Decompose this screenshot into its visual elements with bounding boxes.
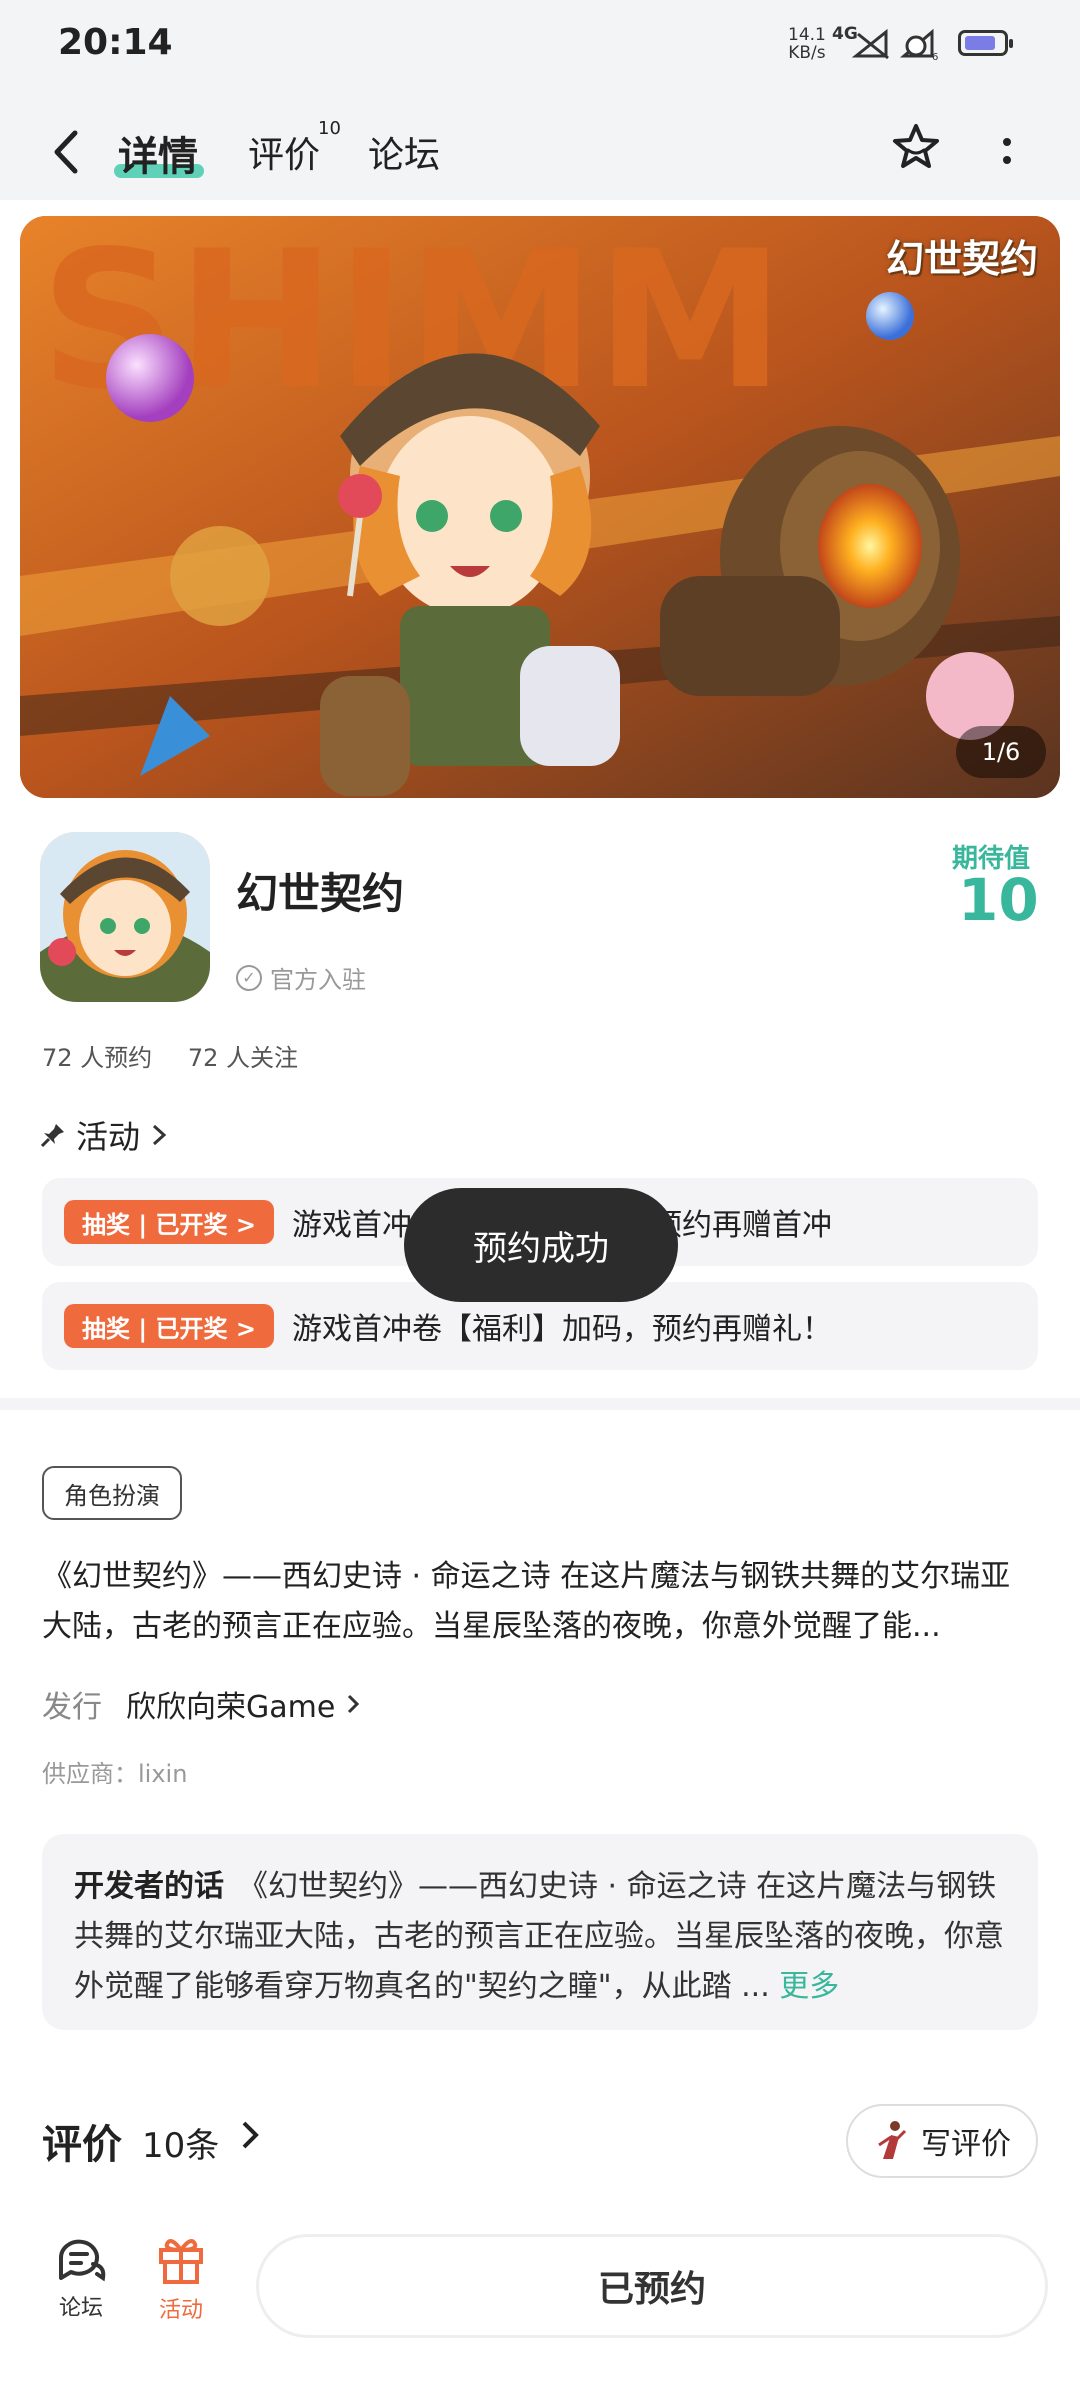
tab-details-label: 详情 bbox=[118, 134, 198, 180]
reservation-success-toast: 预约成功 bbox=[404, 1188, 678, 1302]
network-speed: 14.1 KB/s bbox=[788, 26, 826, 62]
more-options-button[interactable] bbox=[992, 126, 1022, 176]
chevron-right-icon bbox=[348, 1694, 360, 1714]
game-app-icon bbox=[40, 832, 210, 1002]
signal-sub-label: 6 bbox=[932, 52, 938, 60]
nav-activity-label: 活动 bbox=[158, 2298, 203, 2323]
banner-artwork: SHIMM bbox=[20, 216, 1060, 798]
forum-chat-icon bbox=[58, 2239, 106, 2282]
game-title: 幻世契约 bbox=[236, 869, 405, 918]
write-review-label: 写评价 bbox=[921, 2127, 1011, 2162]
official-label: 官方入驻 bbox=[270, 966, 366, 994]
nav-forum-label: 论坛 bbox=[58, 2296, 103, 2321]
back-arrow-icon bbox=[54, 130, 78, 174]
favorite-button[interactable] bbox=[888, 120, 944, 176]
banner-game-logo: 幻世契约 bbox=[885, 236, 1038, 281]
status-time: 20:14 bbox=[58, 22, 173, 63]
status-bar: 20:14 14.1 KB/s 4G 6 bbox=[0, 0, 1080, 92]
activity-badge: 抽奖 | 已开奖 > bbox=[64, 1200, 274, 1244]
tab-details[interactable]: 详情 bbox=[118, 124, 198, 182]
reservation-count: 72 人预约 bbox=[42, 1044, 153, 1072]
battery-icon bbox=[958, 30, 1013, 56]
activities-label: 活动 bbox=[76, 1118, 141, 1156]
pin-icon bbox=[40, 1124, 64, 1148]
publisher-row[interactable]: 发行 欣欣向荣Game bbox=[42, 1682, 361, 1726]
tab-forum-label: 论坛 bbox=[368, 135, 441, 176]
supplier-info: 供应商：lixin bbox=[42, 1760, 188, 1788]
tab-forum[interactable]: 论坛 bbox=[368, 126, 440, 178]
activity-text: 游戏首冲卷【福利】加码，预约再赠礼！ bbox=[291, 1312, 832, 1347]
reviews-section-title: 评价 bbox=[42, 2122, 122, 2168]
more-dot-icon bbox=[1003, 138, 1011, 146]
reviews-count-badge: 10 bbox=[318, 118, 341, 139]
game-description[interactable]: 《幻世契约》——西幻史诗 · 命运之诗 在这片魔法与钢铁共舞的艾尔瑞亚大陆，古老… bbox=[42, 1552, 1038, 1652]
developer-note-label: 开发者的话 bbox=[74, 1869, 224, 1904]
more-dot-icon bbox=[1003, 156, 1011, 164]
game-stats: 72 人预约 72 人关注 bbox=[42, 1038, 326, 1073]
network-speed-value: 14.1 bbox=[788, 25, 826, 45]
publisher-name: 欣欣向荣Game bbox=[126, 1690, 336, 1725]
publisher-label: 发行 bbox=[42, 1690, 102, 1725]
chevron-right-icon[interactable] bbox=[240, 2118, 260, 2152]
signal-icon bbox=[852, 28, 889, 60]
section-divider bbox=[0, 1398, 1080, 1410]
signal-icon-2: 6 bbox=[900, 28, 938, 60]
gift-icon bbox=[159, 2239, 203, 2284]
nav-activity[interactable]: 活动 bbox=[136, 2234, 226, 2324]
write-review-button[interactable]: 写评价 bbox=[846, 2104, 1038, 2178]
game-banner[interactable]: SHIMM 幻世契约 1/6 bbox=[20, 216, 1060, 798]
nav-forum[interactable]: 论坛 bbox=[36, 2234, 126, 2322]
star-icon bbox=[893, 124, 939, 168]
game-icon-artwork bbox=[40, 832, 210, 1002]
back-button[interactable] bbox=[46, 122, 86, 182]
verified-check-icon: ✓ bbox=[236, 964, 262, 991]
activities-header[interactable]: 活动 bbox=[40, 1112, 168, 1158]
genre-tag[interactable]: 角色扮演 bbox=[42, 1466, 182, 1520]
tab-reviews[interactable]: 评价 bbox=[248, 126, 320, 178]
chevron-right-icon bbox=[153, 1124, 167, 1146]
official-badge: ✓ 官方入驻 bbox=[236, 960, 366, 995]
reviews-count[interactable]: 10条 bbox=[142, 2118, 219, 2167]
developer-note[interactable]: 开发者的话 《幻世契约》——西幻史诗 · 命运之诗 在这片魔法与钢铁共舞的艾尔瑞亚… bbox=[42, 1834, 1038, 2030]
pen-figure-icon bbox=[878, 2121, 907, 2159]
reserved-button[interactable]: 已预约 bbox=[256, 2234, 1048, 2338]
banner-page-counter: 1/6 bbox=[956, 726, 1046, 778]
more-link[interactable]: 更多 bbox=[779, 1969, 839, 2004]
network-speed-unit: KB/s bbox=[788, 43, 826, 63]
follow-count: 72 人关注 bbox=[187, 1044, 298, 1072]
activity-badge: 抽奖 | 已开奖 > bbox=[64, 1304, 274, 1348]
expectation-value: 10 bbox=[958, 866, 1039, 934]
tab-reviews-label: 评价 bbox=[248, 135, 321, 176]
